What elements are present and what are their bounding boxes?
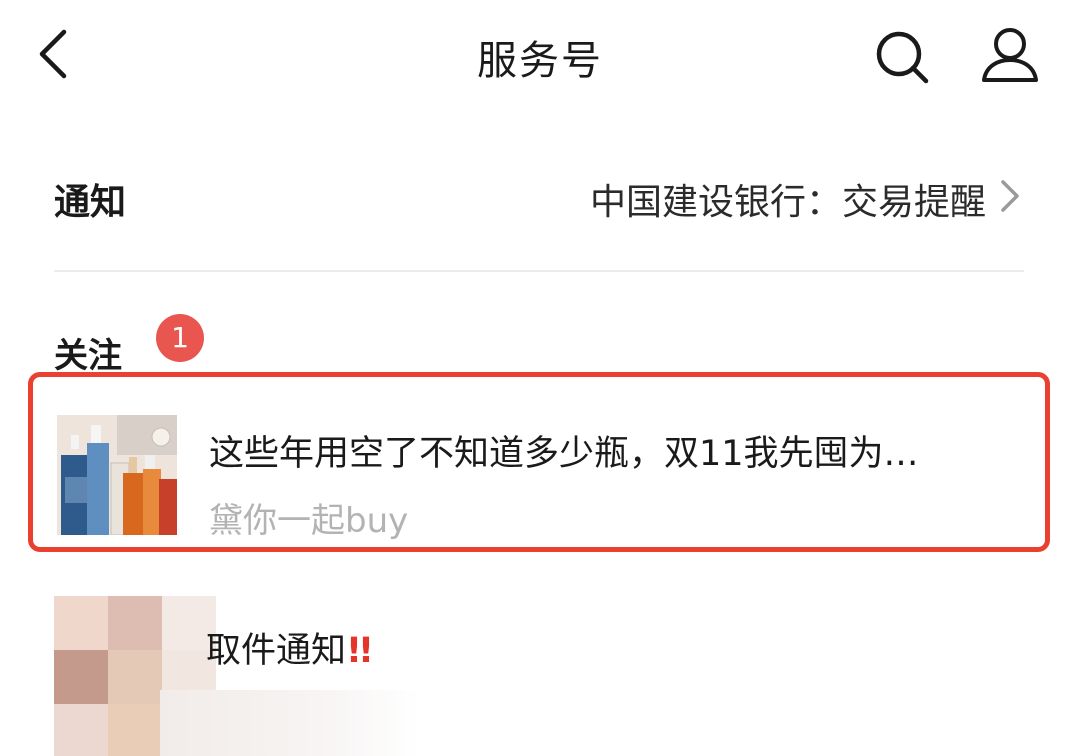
top-nav-bar: 服务号 [0, 0, 1080, 110]
article-thumbnail [57, 415, 177, 535]
double-exclamation-icon: !! [346, 631, 374, 671]
chevron-right-icon [1001, 180, 1019, 212]
skincare-bottles-image [57, 415, 177, 535]
list-item[interactable]: 取件通知!! [0, 590, 1080, 756]
article-title: 取件通知!! [206, 631, 374, 671]
notification-label: 通知 [54, 182, 127, 223]
notification-row[interactable]: 通知 1 中国建设银行：交易提醒 [0, 140, 1080, 362]
notification-summary: 中国建设银行：交易提醒 [589, 182, 986, 223]
article-title: 这些年用空了不知道多少瓶，双11我先囤为… [209, 434, 919, 474]
unread-count-badge: 1 [156, 314, 204, 362]
search-icon[interactable] [872, 27, 932, 87]
list-item-highlighted[interactable]: 这些年用空了不知道多少瓶，双11我先囤为… 黛你一起buy [28, 372, 1050, 552]
service-accounts-screen: 服务号 通知 1 中国建设银行：交易提醒 关注 这些年用空了不知道多少瓶，双11… [0, 0, 1080, 756]
section-title-following: 关注 [54, 336, 122, 376]
person-icon[interactable] [978, 24, 1042, 86]
blurred-preview [160, 690, 420, 756]
divider [54, 270, 1024, 272]
account-name: 黛你一起buy [209, 501, 409, 541]
